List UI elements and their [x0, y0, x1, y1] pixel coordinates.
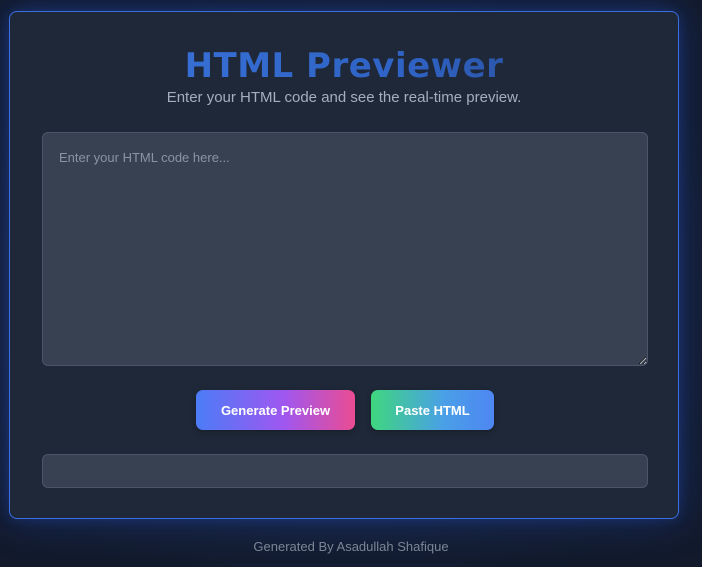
generate-preview-button[interactable]: Generate Preview [196, 390, 355, 430]
page-subtitle: Enter your HTML code and see the real-ti… [166, 89, 522, 106]
page-title: HTML Previewer [10, 46, 678, 86]
html-code-input[interactable] [42, 132, 648, 366]
footer-credit: Generated By Asadullah Shafique [253, 539, 449, 554]
page: HTML Previewer Enter your HTML code and … [0, 0, 702, 567]
previewer-card: HTML Previewer Enter your HTML code and … [9, 11, 679, 519]
preview-output [42, 454, 648, 488]
paste-html-button[interactable]: Paste HTML [371, 390, 494, 430]
